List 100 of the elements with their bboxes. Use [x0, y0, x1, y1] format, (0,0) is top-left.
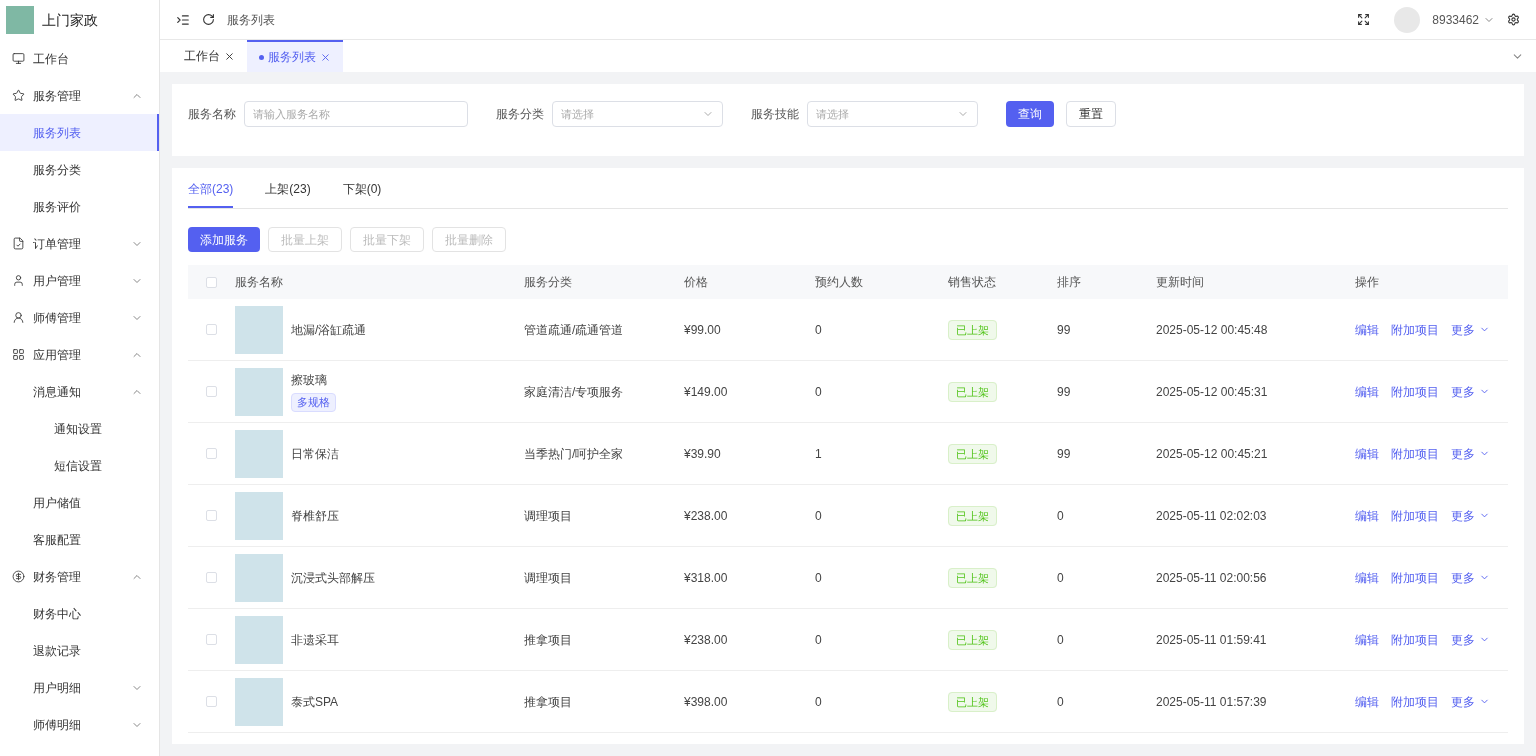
status-tab[interactable]: 上架(23) — [265, 180, 311, 208]
row-link[interactable]: 更多 — [1451, 444, 1490, 463]
row-link[interactable]: 更多 — [1451, 568, 1490, 587]
sidebar-item[interactable]: 订单管理 — [0, 225, 159, 262]
column-header: 操作 — [1355, 275, 1379, 289]
row-link[interactable]: 编辑 — [1355, 506, 1379, 525]
column-header: 服务名称 — [235, 275, 283, 289]
checkbox[interactable] — [206, 276, 217, 288]
photo-placeholder — [235, 677, 283, 726]
row-link[interactable]: 编辑 — [1355, 382, 1379, 401]
filter-button[interactable]: 查询 — [1006, 101, 1054, 127]
sidebar-item[interactable]: 应用管理 — [0, 336, 159, 373]
sidebar-item[interactable]: 师傅明细 — [0, 706, 159, 743]
service-name: 日常保洁 — [291, 445, 339, 463]
row-link[interactable]: 编辑 — [1355, 568, 1379, 587]
sidebar-item[interactable]: 师傅管理 — [0, 299, 159, 336]
sidebar-item[interactable]: 服务分类 — [0, 151, 159, 188]
filter-button[interactable]: 重置 — [1066, 101, 1116, 127]
row-link[interactable]: 编辑 — [1355, 630, 1379, 649]
table-cell: ¥99.00 — [684, 322, 721, 337]
sidebar-item[interactable]: 用户明细 — [0, 669, 159, 706]
app-title: 上门家政 — [42, 10, 98, 30]
row-link[interactable]: 附加项目 — [1391, 320, 1439, 339]
table-cell: 2025-05-11 01:57:39 — [1156, 694, 1267, 709]
sidebar-item[interactable]: 服务管理 — [0, 77, 159, 114]
fullscreen-icon[interactable] — [1357, 13, 1371, 26]
table-cell: 0 — [1057, 632, 1064, 647]
sidebar-item[interactable]: 服务评价 — [0, 188, 159, 225]
status-tag: 已上架 — [948, 381, 997, 402]
status-tag: 已上架 — [948, 443, 997, 464]
status-tab[interactable]: 全部(23) — [188, 180, 234, 208]
table-cell: 调理项目 — [524, 570, 572, 585]
sidebar-item[interactable]: 退款记录 — [0, 632, 159, 669]
row-link[interactable]: 附加项目 — [1391, 630, 1439, 649]
status-tag: 已上架 — [948, 691, 997, 712]
row-link[interactable]: 更多 — [1451, 506, 1490, 525]
row-link[interactable]: 附加项目 — [1391, 692, 1439, 711]
table-cell: 当季热门/呵护全家 — [524, 446, 624, 461]
table-cell: 2025-05-11 01:59:41 — [1156, 632, 1267, 647]
table-cell: 0 — [815, 384, 822, 399]
row-link[interactable]: 更多 — [1451, 692, 1490, 711]
checkbox[interactable] — [206, 448, 217, 459]
row-link[interactable]: 附加项目 — [1391, 382, 1439, 401]
row-link[interactable]: 编辑 — [1355, 320, 1379, 339]
checkbox[interactable] — [206, 324, 217, 335]
checkbox[interactable] — [206, 572, 217, 583]
row-link[interactable]: 附加项目 — [1391, 506, 1439, 525]
row-link[interactable]: 附加项目 — [1391, 568, 1439, 587]
table-cell: 0 — [815, 508, 822, 523]
table-cell: 0 — [815, 694, 822, 709]
table-cell: ¥149.00 — [684, 384, 728, 399]
tag: 多规格 — [291, 393, 336, 412]
checkbox[interactable] — [206, 510, 217, 521]
filter-label: 服务技能 — [751, 106, 799, 123]
photo-placeholder — [235, 305, 283, 354]
row-link[interactable]: 编辑 — [1355, 692, 1379, 711]
filter-label: 服务分类 — [496, 106, 544, 123]
checkbox[interactable] — [206, 696, 217, 707]
row-link[interactable]: 编辑 — [1355, 444, 1379, 463]
page-tab[interactable]: 工作台 — [172, 40, 247, 72]
table-cell: 99 — [1057, 384, 1071, 399]
user-name[interactable]: 8933462 — [1432, 10, 1479, 29]
table-cell: 0 — [1057, 508, 1064, 523]
column-header: 服务分类 — [524, 275, 572, 289]
table-cell: 2025-05-12 00:45:21 — [1156, 446, 1268, 461]
sidebar-item[interactable]: 消息通知 — [0, 373, 159, 410]
row-link[interactable]: 更多 — [1451, 320, 1490, 339]
sidebar-item[interactable]: 服务列表 — [0, 114, 159, 151]
photo-placeholder — [235, 615, 283, 664]
sidebar-item[interactable]: 客服配置 — [0, 521, 159, 558]
refresh-icon[interactable] — [202, 13, 215, 26]
sidebar-item[interactable]: 短信设置 — [0, 447, 159, 484]
row-link[interactable]: 更多 — [1451, 382, 1490, 401]
row-link[interactable]: 更多 — [1451, 630, 1490, 649]
row-link[interactable]: 附加项目 — [1391, 444, 1439, 463]
table-cell: 2025-05-11 02:02:03 — [1156, 508, 1267, 523]
page-tab[interactable]: 服务列表 — [247, 40, 343, 72]
sidebar-item[interactable]: 工作台 — [0, 40, 159, 77]
table-cell: 管道疏通/疏通管道 — [524, 322, 624, 337]
breadcrumb: 服务列表 — [227, 11, 276, 29]
photo-placeholder — [235, 553, 283, 602]
service-name: 脊椎舒压 — [291, 507, 339, 525]
settings-icon[interactable] — [1507, 13, 1520, 26]
table-cell: 99 — [1057, 446, 1071, 461]
checkbox[interactable] — [206, 386, 217, 397]
action-button[interactable]: 添加服务 — [188, 227, 260, 252]
sidebar-item[interactable]: 财务中心 — [0, 595, 159, 632]
service-name: 地漏/浴缸疏通 — [291, 321, 367, 339]
checkbox[interactable] — [206, 634, 217, 645]
sidebar-item[interactable]: 通知设置 — [0, 410, 159, 447]
status-tab[interactable]: 下架(0) — [342, 180, 382, 208]
table-cell: 0 — [815, 632, 822, 647]
close-icon[interactable] — [224, 50, 235, 62]
sidebar-item[interactable]: 用户管理 — [0, 262, 159, 299]
sidebar-item[interactable]: 用户储值 — [0, 484, 159, 521]
table-cell: ¥238.00 — [684, 508, 728, 523]
sidebar-item[interactable]: 财务管理 — [0, 558, 159, 595]
table-cell: 99 — [1057, 322, 1071, 337]
table-cell: 调理项目 — [524, 508, 572, 523]
table-cell: 推拿项目 — [524, 694, 572, 709]
